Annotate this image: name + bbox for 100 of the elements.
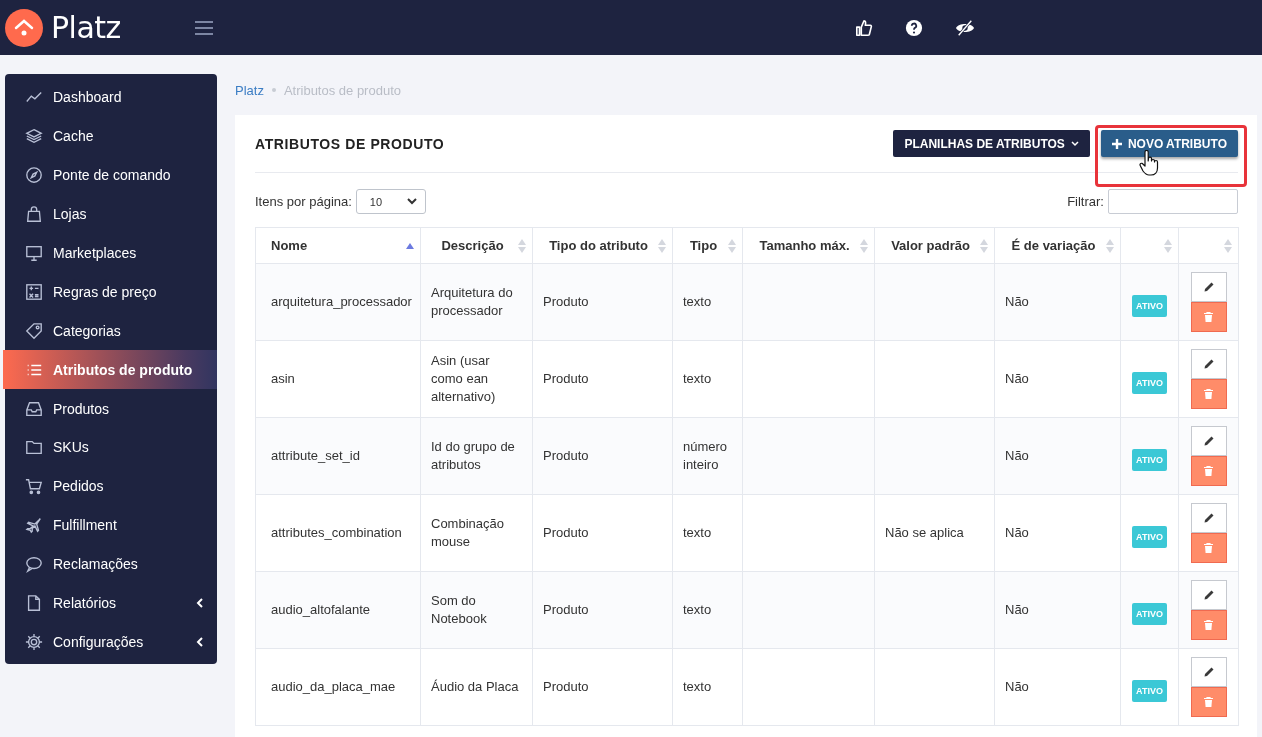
filter-label: Filtrar:: [1067, 194, 1104, 209]
pencil-icon: [1203, 436, 1214, 446]
pencil-icon: [1203, 282, 1214, 292]
table-cell: Arquitetura do processador: [431, 285, 513, 318]
trash-icon: [1204, 620, 1213, 630]
column-header[interactable]: Tamanho máx.: [742, 227, 875, 264]
table-cell: asin: [271, 371, 295, 386]
sidebar-item[interactable]: Reclamações: [5, 544, 217, 584]
table-cell: Som do Notebook: [431, 593, 487, 626]
sidebar-item[interactable]: Lojas: [5, 194, 217, 234]
edit-button[interactable]: [1190, 580, 1227, 610]
logo-icon: [5, 8, 43, 47]
table-cell: Produto: [543, 294, 589, 309]
table-cell: Não: [1005, 294, 1029, 309]
delete-button[interactable]: [1190, 379, 1227, 409]
add-button[interactable]: NOVO ATRIBUTO: [1100, 130, 1238, 157]
bag-icon: [25, 205, 43, 224]
inbox-icon: [25, 399, 43, 418]
breadcrumb-link[interactable]: Platz: [235, 82, 264, 98]
airplane-icon: [25, 516, 43, 535]
delete-button[interactable]: [1190, 456, 1227, 486]
gear-icon: [25, 632, 43, 651]
plus-icon: [1111, 138, 1122, 149]
trash-icon: [1204, 312, 1213, 322]
status-badge: ATIVO: [1132, 526, 1167, 548]
delete-button[interactable]: [1190, 687, 1227, 717]
table-cell: Não se aplica: [885, 525, 964, 540]
help-icon[interactable]: [905, 18, 923, 37]
sidebar-item[interactable]: Atributos de produto: [3, 350, 217, 390]
trash-icon: [1204, 466, 1213, 476]
calculator-icon: [25, 282, 43, 301]
column-header[interactable]: Descrição: [420, 227, 533, 264]
table-cell: Não: [1005, 525, 1029, 540]
sidebar-item[interactable]: Produtos: [5, 389, 217, 428]
card-title: ATRIBUTOS DE PRODUTO: [255, 135, 445, 152]
status-badge: ATIVO: [1132, 680, 1167, 702]
table-cell: Produto: [543, 448, 589, 463]
delete-button[interactable]: [1190, 533, 1227, 563]
edit-button[interactable]: [1190, 426, 1227, 456]
items-per-page-label: Itens por página:: [255, 194, 352, 209]
sidebar-item[interactable]: Configurações: [5, 622, 217, 662]
table-cell: Asin (usar como ean alternativo): [431, 353, 496, 404]
table-cell: Não: [1005, 602, 1029, 617]
layers-icon: [25, 127, 43, 146]
dropdown-button[interactable]: PLANILHAS DE ATRIBUTOS: [893, 130, 1090, 157]
table-cell: Não: [1005, 448, 1029, 463]
filter-field[interactable]: [1108, 189, 1238, 214]
sidebar-item[interactable]: Regras de preço: [5, 272, 217, 312]
edit-button[interactable]: [1190, 272, 1227, 302]
trash-icon: [1204, 543, 1213, 553]
sidebar-item[interactable]: Categorias: [5, 311, 217, 351]
breadcrumb-separator: [271, 88, 276, 92]
chevron-down-icon: [1070, 140, 1079, 147]
compass-icon: [25, 166, 43, 185]
tag-icon: [25, 321, 43, 340]
column-header[interactable]: É de variação: [994, 227, 1121, 264]
speech-bubble-icon: [25, 555, 43, 574]
trash-icon: [1204, 389, 1213, 399]
sidebar-item[interactable]: Marketplaces: [5, 233, 217, 273]
table-cell: attributes_combination: [271, 525, 402, 540]
items-per-page-select[interactable]: 10: [355, 189, 426, 214]
column-header[interactable]: Tipo: [672, 227, 743, 264]
sidebar-item[interactable]: Fulfillment: [5, 505, 217, 545]
pencil-icon: [1203, 667, 1214, 677]
sidebar-item[interactable]: Cache: [5, 116, 217, 156]
table-cell: número inteiro: [683, 439, 728, 472]
sidebar-item[interactable]: SKUs: [5, 428, 217, 467]
status-badge: ATIVO: [1132, 372, 1167, 394]
column-header[interactable]: Nome: [255, 227, 421, 264]
edit-button[interactable]: [1190, 503, 1227, 533]
pencil-icon: [1203, 590, 1214, 600]
eye-slash-icon[interactable]: [955, 18, 975, 37]
delete-button[interactable]: [1190, 302, 1227, 332]
cart-icon: [25, 477, 43, 496]
edit-button[interactable]: [1190, 657, 1227, 687]
document-icon: [25, 594, 43, 612]
table-cell: Não: [1005, 371, 1029, 386]
column-header[interactable]: Tipo do atributo: [532, 227, 673, 264]
table-cell: Áudio da Placa: [431, 679, 519, 694]
column-header[interactable]: Valor padrão: [874, 227, 995, 264]
table-cell: texto: [683, 525, 712, 540]
folder-icon: [25, 438, 43, 457]
menu-icon[interactable]: [195, 20, 213, 35]
sidebar-item[interactable]: Pedidos: [5, 466, 217, 506]
thumbs-up-icon[interactable]: [855, 18, 873, 37]
sidebar-item[interactable]: Dashboard: [5, 78, 217, 117]
sidebar-item[interactable]: Relatórios: [5, 583, 217, 623]
monitor-icon: [25, 244, 43, 262]
table-cell: Id do grupo de atributos: [431, 439, 515, 472]
table-cell: texto: [683, 371, 712, 386]
table-cell: audio_da_placa_mae: [271, 679, 396, 694]
table-cell: arquitetura_processador: [271, 294, 412, 309]
table-cell: audio_altofalante: [271, 602, 371, 617]
delete-button[interactable]: [1190, 610, 1227, 640]
pencil-icon: [1203, 359, 1214, 369]
table-cell: attribute_set_id: [271, 448, 360, 463]
table-cell: Produto: [543, 525, 589, 540]
table-cell: Não: [1005, 679, 1029, 694]
edit-button[interactable]: [1190, 349, 1227, 379]
sidebar-item[interactable]: Ponte de comando: [5, 155, 217, 195]
